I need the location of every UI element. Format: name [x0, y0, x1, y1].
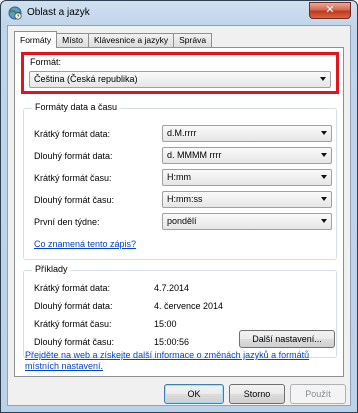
window-title: Oblast a jazyk: [27, 7, 90, 18]
dropdown-value: H:mm:ss: [167, 194, 203, 204]
tab-keyboards-languages[interactable]: Klávesnice a jazyky: [87, 33, 175, 48]
example-label: Dlouhý formát času:: [34, 337, 115, 347]
chevron-down-icon: [321, 175, 327, 179]
tab-strip: Formáty Místo Klávesnice a jazyky Správa: [14, 31, 213, 48]
tab-label: Formáty: [20, 35, 52, 45]
short-time-dropdown[interactable]: H:mm: [162, 169, 332, 186]
example-label: Krátký formát data:: [34, 283, 111, 293]
chevron-down-icon: [320, 77, 326, 81]
dialog-body: Formáty Místo Klávesnice a jazyky Správa…: [7, 25, 351, 406]
example-value: 4. července 2014: [154, 301, 224, 311]
long-time-label: Dlouhý formát času:: [34, 195, 115, 205]
cancel-button[interactable]: Storno: [229, 384, 285, 404]
globe-clock-icon: [8, 6, 22, 20]
long-date-label: Dlouhý formát data:: [34, 151, 113, 161]
chevron-down-icon: [321, 197, 327, 201]
tab-label: Klávesnice a jazyky: [93, 35, 169, 45]
web-info-link-line1: Přejděte na web a získejte další informa…: [25, 350, 310, 360]
example-label: Krátký formát času:: [34, 319, 112, 329]
example-value: 15:00: [154, 319, 177, 329]
ok-button[interactable]: OK: [164, 384, 224, 404]
apply-button[interactable]: Použít: [290, 384, 346, 404]
first-day-dropdown[interactable]: pondělí: [162, 213, 332, 230]
first-day-label: První den týdne:: [34, 217, 100, 227]
tab-formats[interactable]: Formáty: [14, 31, 58, 48]
group-title: Příklady: [32, 264, 71, 274]
chevron-down-icon: [321, 131, 327, 135]
chevron-down-icon: [321, 153, 327, 157]
short-date-label: Krátký formát data:: [34, 129, 111, 139]
datetime-formats-group: Formáty data a času Krátký formát data: …: [23, 102, 337, 260]
example-value: 15:00:56: [154, 337, 190, 347]
tab-label: Správa: [179, 35, 207, 45]
tab-administrative[interactable]: Správa: [173, 33, 213, 48]
dialog-window: Oblast a jazyk ✕ Formáty Místo Klávesnic…: [0, 0, 358, 413]
example-label: Dlouhý formát data:: [34, 301, 113, 311]
dropdown-value: pondělí: [167, 216, 197, 226]
format-highlight-box: Formát: Čeština (Česká republika): [21, 52, 339, 94]
format-label: Formát:: [30, 57, 62, 67]
example-value: 4.7.2014: [154, 283, 190, 293]
short-date-dropdown[interactable]: d.M.rrrr: [162, 125, 332, 142]
long-date-dropdown[interactable]: d. MMMM rrrr: [162, 147, 332, 164]
web-info-link-line2: místních nastavení.: [25, 361, 104, 371]
more-settings-button[interactable]: Další nastavení...: [239, 330, 335, 348]
tab-location[interactable]: Místo: [56, 33, 89, 48]
short-time-label: Krátký formát času:: [34, 173, 112, 183]
dropdown-value: d. MMMM rrrr: [167, 150, 222, 160]
long-time-dropdown[interactable]: H:mm:ss: [162, 191, 332, 208]
format-value: Čeština (Česká republika): [34, 74, 138, 84]
group-title: Formáty data a času: [32, 102, 121, 112]
close-button[interactable]: ✕: [309, 2, 351, 19]
formats-panel: Formát: Čeština (Česká republika) Formát…: [14, 47, 344, 377]
title-bar[interactable]: Oblast a jazyk ✕: [1, 1, 357, 25]
format-dropdown[interactable]: Čeština (Česká republika): [29, 71, 331, 88]
chevron-down-icon: [321, 219, 327, 223]
dropdown-value: d.M.rrrr: [167, 128, 197, 138]
close-icon: ✕: [325, 4, 335, 16]
dropdown-value: H:mm: [167, 172, 191, 182]
notation-help-link[interactable]: Co znamená tento zápis?: [34, 239, 136, 249]
web-info-link[interactable]: Přejděte na web a získejte další informa…: [25, 350, 337, 372]
tab-label: Místo: [62, 35, 83, 45]
